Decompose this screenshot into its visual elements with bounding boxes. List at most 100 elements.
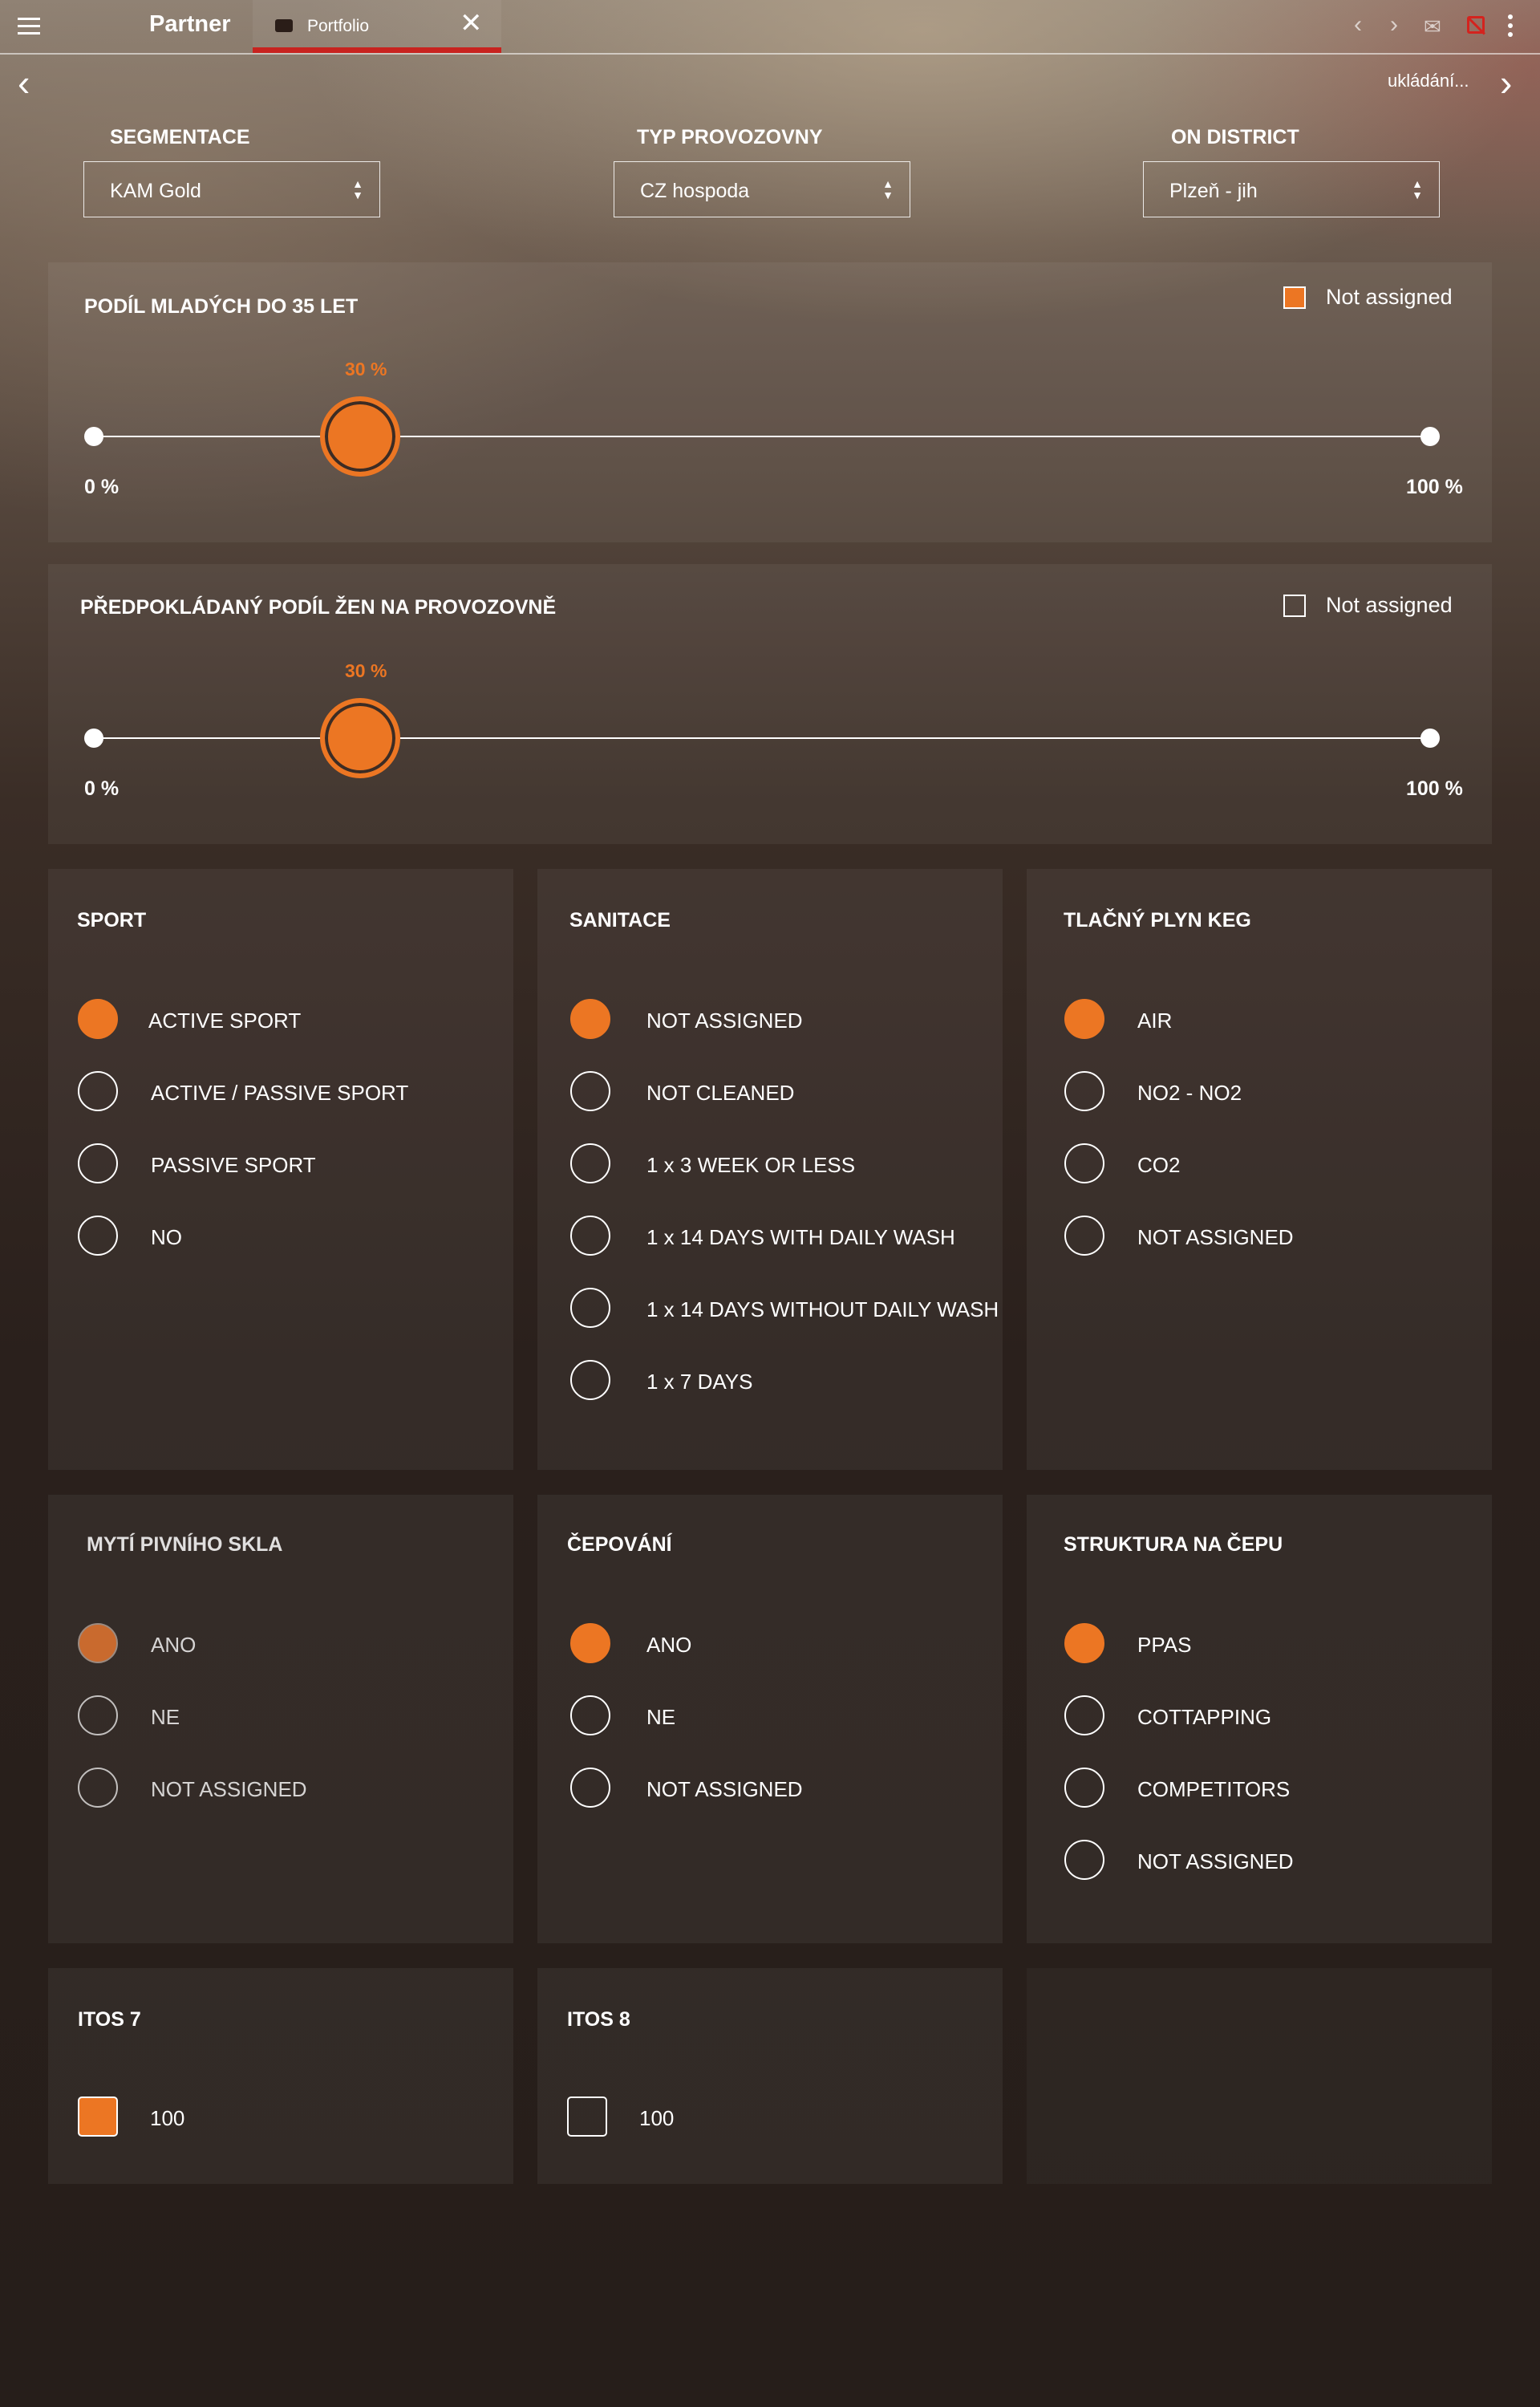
slider-title: PŘEDPOKLÁDANÝ PODÍL ŽEN NA PROVOZOVNĚ	[80, 596, 557, 619]
radio-option[interactable]: 1 x 7 DAYS	[537, 1360, 1003, 1403]
radio-button[interactable]	[78, 1071, 118, 1111]
radio-option[interactable]: COTTAPPING	[1027, 1695, 1492, 1739]
radio-label: NE	[151, 1705, 180, 1729]
slider-thumb[interactable]	[320, 396, 400, 477]
radio-button[interactable]	[1064, 1216, 1104, 1256]
radio-option[interactable]: 1 x 3 WEEK OR LESS	[537, 1143, 1003, 1187]
radio-label: PPAS	[1137, 1633, 1192, 1657]
mail-icon[interactable]: ✉	[1424, 14, 1441, 39]
slider-min-dot	[84, 729, 103, 748]
radio-button[interactable]	[1064, 1623, 1104, 1663]
radio-option[interactable]: PPAS	[1027, 1623, 1492, 1666]
radio-label: NOT ASSIGNED	[646, 1009, 803, 1033]
radio-label: NOT ASSIGNED	[1137, 1849, 1294, 1873]
radio-label: 1 x 14 DAYS WITHOUT DAILY WASH	[646, 1297, 999, 1321]
close-icon[interactable]: ✕	[460, 10, 483, 37]
slider-min-dot	[84, 427, 103, 446]
radio-button[interactable]	[570, 1216, 610, 1256]
card-title: ITOS 8	[567, 2008, 630, 2031]
radio-button	[78, 1768, 118, 1808]
select-value: Plzeň - jih	[1169, 180, 1258, 202]
radio-label: NE	[646, 1705, 676, 1729]
radio-button[interactable]	[1064, 1143, 1104, 1183]
radio-option[interactable]: NOT ASSIGNED	[1027, 1840, 1492, 1883]
radio-label: PASSIVE SPORT	[151, 1153, 316, 1177]
slider-title: PODÍL MLADÝCH DO 35 LET	[84, 295, 359, 318]
card-itos-7: ITOS 7 100	[48, 1968, 513, 2184]
radio-label: 1 x 3 WEEK OR LESS	[646, 1153, 856, 1177]
chevron-right-icon[interactable]: ›	[1390, 13, 1398, 37]
radio-option[interactable]: NOT ASSIGNED	[537, 999, 1003, 1042]
radio-button[interactable]	[1064, 999, 1104, 1039]
chevron-left-icon[interactable]: ‹	[1354, 13, 1362, 37]
radio-button[interactable]	[570, 1288, 610, 1328]
segmentace-select[interactable]: KAM Gold ▲ ▼	[83, 161, 380, 217]
checkbox-label: 100	[639, 2106, 675, 2130]
radio-option[interactable]: ACTIVE / PASSIVE SPORT	[48, 1071, 513, 1114]
radio-option[interactable]: NOT ASSIGNED	[537, 1768, 1003, 1811]
radio-label: NOT ASSIGNED	[1137, 1225, 1294, 1249]
radio-button[interactable]	[570, 1143, 610, 1183]
tab-portfolio[interactable]: Portfolio ✕	[253, 0, 501, 53]
radio-button[interactable]	[1064, 1768, 1104, 1808]
slider-thumb[interactable]	[320, 698, 400, 778]
radio-button[interactable]	[1064, 1071, 1104, 1111]
slider-panel-women-share: PŘEDPOKLÁDANÝ PODÍL ŽEN NA PROVOZOVNĚ No…	[48, 564, 1492, 844]
filter-label-segmentace: SEGMENTACE	[110, 126, 250, 148]
radio-button[interactable]	[570, 999, 610, 1039]
card-cepovani: ČEPOVÁNÍ ANO NE NOT ASSIGNED	[537, 1495, 1003, 1943]
itos-8-checkbox[interactable]	[567, 2096, 607, 2137]
more-vert-icon[interactable]	[1508, 14, 1514, 41]
chevron-left-icon[interactable]: ‹	[18, 64, 30, 101]
slider-max-dot	[1420, 427, 1440, 446]
radio-label: ANO	[151, 1633, 197, 1657]
radio-option[interactable]: NO	[48, 1216, 513, 1259]
radio-button[interactable]	[570, 1695, 610, 1735]
card-itos-8: ITOS 8 100	[537, 1968, 1003, 2184]
radio-label: NOT ASSIGNED	[151, 1777, 307, 1801]
slider-value-label: 30 %	[345, 359, 387, 380]
radio-option[interactable]: CO2	[1027, 1143, 1492, 1187]
itos-7-checkbox[interactable]	[78, 2096, 118, 2137]
radio-button[interactable]	[1064, 1840, 1104, 1880]
radio-button[interactable]	[570, 1768, 610, 1808]
radio-option[interactable]: AIR	[1027, 999, 1492, 1042]
typ-provozovny-select[interactable]: CZ hospoda ▲ ▼	[614, 161, 910, 217]
radio-button[interactable]	[78, 1216, 118, 1256]
radio-label: NOT ASSIGNED	[646, 1777, 803, 1801]
sync-off-icon[interactable]	[1467, 16, 1485, 34]
card-struktura-na-cepu: STRUKTURA NA ČEPU PPAS COTTAPPING COMPET…	[1027, 1495, 1492, 1943]
radio-button	[78, 1695, 118, 1735]
not-assigned-checkbox[interactable]	[1283, 286, 1306, 309]
radio-option[interactable]: PASSIVE SPORT	[48, 1143, 513, 1187]
card-empty	[1027, 1968, 1492, 2184]
radio-button[interactable]	[570, 1623, 610, 1663]
hamburger-icon[interactable]	[18, 18, 40, 35]
on-district-select[interactable]: Plzeň - jih ▲ ▼	[1143, 161, 1440, 217]
radio-option[interactable]: 1 x 14 DAYS WITH DAILY WASH	[537, 1216, 1003, 1259]
radio-option[interactable]: NOT CLEANED	[537, 1071, 1003, 1114]
slider-track[interactable]	[94, 737, 1430, 739]
radio-option[interactable]: NOT ASSIGNED	[1027, 1216, 1492, 1259]
radio-option[interactable]: NE	[537, 1695, 1003, 1739]
radio-button[interactable]	[1064, 1695, 1104, 1735]
not-assigned-checkbox[interactable]	[1283, 595, 1306, 617]
radio-button[interactable]	[570, 1360, 610, 1400]
chevron-right-icon[interactable]: ›	[1500, 64, 1512, 101]
radio-button[interactable]	[78, 1143, 118, 1183]
radio-option[interactable]: ACTIVE SPORT	[48, 999, 513, 1042]
sort-arrows-icon: ▲ ▼	[352, 177, 363, 201]
card-title: MYTÍ PIVNÍHO SKLA	[87, 1533, 283, 1556]
radio-option[interactable]: NO2 - NO2	[1027, 1071, 1492, 1114]
radio-option[interactable]: COMPETITORS	[1027, 1768, 1492, 1811]
slider-track[interactable]	[94, 436, 1430, 437]
radio-option[interactable]: 1 x 14 DAYS WITHOUT DAILY WASH	[537, 1288, 1003, 1331]
radio-option[interactable]: ANO	[537, 1623, 1003, 1666]
radio-label: NO	[151, 1225, 182, 1249]
radio-label: 1 x 7 DAYS	[646, 1370, 753, 1394]
slider-min-label: 0 %	[84, 777, 120, 800]
radio-button[interactable]	[78, 999, 118, 1039]
select-value: KAM Gold	[110, 180, 201, 202]
radio-button[interactable]	[570, 1071, 610, 1111]
card-sport: SPORT ACTIVE SPORT ACTIVE / PASSIVE SPOR…	[48, 869, 513, 1470]
